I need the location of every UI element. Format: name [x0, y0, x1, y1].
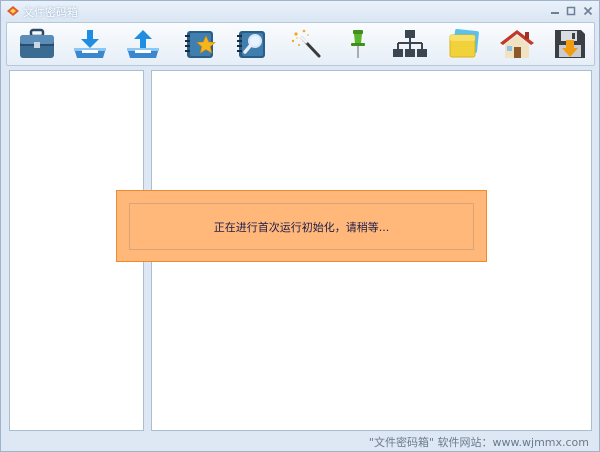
toolbox-icon	[18, 28, 56, 60]
toolbar	[6, 22, 595, 66]
search-button[interactable]	[232, 25, 272, 63]
export-button[interactable]	[123, 25, 163, 63]
maximize-button[interactable]	[564, 4, 578, 18]
cards-button[interactable]	[444, 25, 484, 63]
import-button[interactable]	[70, 25, 110, 63]
pushpin-icon	[339, 28, 377, 60]
minimize-button[interactable]	[548, 4, 562, 18]
favorites-button[interactable]	[180, 25, 220, 63]
structure-button[interactable]	[390, 25, 430, 63]
magic-wand-icon	[288, 28, 326, 60]
init-progress-dialog: 正在进行首次运行初始化，请稍等...	[116, 190, 487, 262]
app-window: 文件密码箱 正在进行首次运行初始化，请稍等... "文件密码箱" 软件网站：ww…	[0, 0, 600, 452]
cards-icon	[445, 28, 483, 60]
init-progress-frame: 正在进行首次运行初始化，请稍等...	[129, 203, 474, 250]
wizard-button[interactable]	[287, 25, 327, 63]
network-tree-icon	[391, 28, 429, 60]
home-button[interactable]	[497, 25, 537, 63]
save-disk-icon	[551, 28, 589, 60]
pin-button[interactable]	[338, 25, 378, 63]
app-logo-icon	[6, 5, 20, 17]
save-button[interactable]	[550, 25, 590, 63]
init-progress-message: 正在进行首次运行初始化，请稍等...	[213, 220, 390, 234]
status-website-text: "文件密码箱" 软件网站：www.wjmmx.com	[368, 436, 589, 449]
upload-tray-icon	[124, 28, 162, 60]
toolbox-button[interactable]	[17, 25, 57, 63]
title-bar[interactable]: 文件密码箱	[1, 1, 599, 22]
download-tray-icon	[71, 28, 109, 60]
home-icon	[498, 28, 536, 60]
close-button[interactable]	[581, 4, 595, 18]
search-book-icon	[233, 28, 271, 60]
favorites-book-icon	[181, 28, 219, 60]
window-title: 文件密码箱	[23, 6, 78, 19]
